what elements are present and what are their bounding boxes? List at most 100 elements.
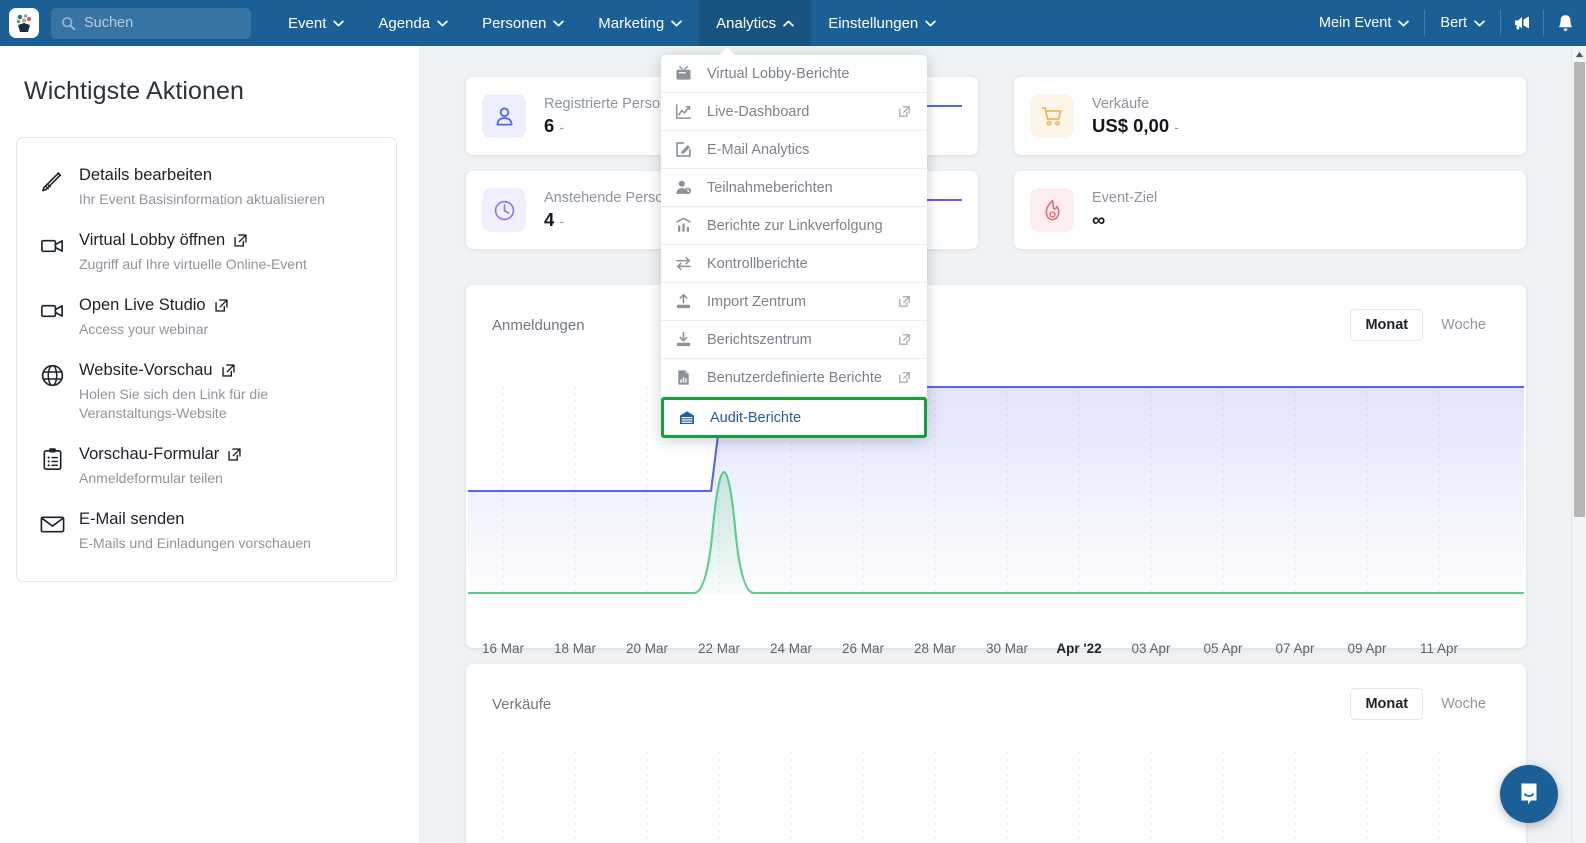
action-title: Open Live Studio bbox=[79, 294, 382, 316]
action-desc: E-Mails und Einladungen vorschauen bbox=[79, 535, 311, 551]
action-item-live-studio[interactable]: Open Live Studio Access your webinar bbox=[17, 284, 396, 349]
stat-delta: - bbox=[559, 118, 564, 135]
stat-body: Event-Ziel ∞ bbox=[1092, 190, 1157, 231]
nav-item-marketing[interactable]: Marketing bbox=[581, 0, 699, 46]
toggle-woche[interactable]: Woche bbox=[1427, 310, 1500, 340]
page-scrollbar[interactable] bbox=[1571, 46, 1586, 843]
x-tick: 05 Apr bbox=[1203, 641, 1243, 656]
menu-item-berichtszentrum[interactable]: Berichtszentrum bbox=[661, 321, 927, 359]
menu-item-label: Audit-Berichte bbox=[710, 409, 802, 426]
bell-icon[interactable] bbox=[1544, 0, 1586, 46]
x-tick: 26 Mar bbox=[841, 641, 885, 656]
pencil-glyph bbox=[42, 172, 62, 192]
nav-item-label: Agenda bbox=[378, 14, 431, 32]
nav-item-label: Analytics bbox=[716, 14, 777, 32]
external-link-icon bbox=[228, 447, 241, 461]
intercom-chat-button[interactable] bbox=[1500, 765, 1558, 823]
user-icon bbox=[482, 94, 526, 138]
action-desc: Anmeldeformular teilen bbox=[79, 470, 223, 486]
period-toggle: Monat Woche bbox=[1350, 309, 1500, 341]
chevron-down-icon bbox=[1474, 20, 1485, 26]
nav-item-personen[interactable]: Personen bbox=[465, 0, 581, 46]
x-tick: 11 Apr bbox=[1419, 641, 1459, 656]
search-input[interactable] bbox=[84, 15, 234, 31]
nav-item-agenda[interactable]: Agenda bbox=[361, 0, 465, 46]
stat-number: 6 bbox=[544, 114, 555, 136]
clipboard-icon bbox=[39, 443, 79, 473]
action-text: Virtual Lobby öffnen Zugriff auf Ihre vi… bbox=[79, 229, 382, 274]
external-link-icon bbox=[234, 233, 247, 247]
x-tick: 18 Mar bbox=[553, 641, 597, 656]
chart-line-icon bbox=[675, 103, 707, 120]
stat-delta: - bbox=[559, 212, 564, 229]
megaphone-icon[interactable] bbox=[1501, 0, 1543, 46]
globe-glyph bbox=[41, 364, 64, 387]
menu-item-label: Teilnahmeberichten bbox=[707, 179, 833, 196]
action-item-email-senden[interactable]: E-Mail senden E-Mails und Einladungen vo… bbox=[17, 498, 396, 563]
nav-right-group: Mein Event Bert bbox=[1304, 0, 1586, 46]
menu-item-teilnahmeberichten[interactable]: Teilnahmeberichten bbox=[661, 169, 927, 207]
menu-item-kontrollberichte[interactable]: Kontrollberichte bbox=[661, 245, 927, 283]
scroll-up-arrow-icon[interactable] bbox=[1572, 46, 1586, 62]
nav-item-label: Marketing bbox=[598, 14, 665, 32]
page-title: Wichtigste Aktionen bbox=[24, 77, 245, 105]
x-tick: 24 Mar bbox=[769, 641, 813, 656]
video-camera-icon bbox=[39, 229, 79, 259]
nav-item-analytics[interactable]: Analytics bbox=[699, 0, 812, 46]
action-text: E-Mail senden E-Mails und Einladungen vo… bbox=[79, 508, 382, 553]
bank-glyph bbox=[680, 410, 694, 424]
action-item-website-vorschau[interactable]: Website-Vorschau Holen Sie sich den Link… bbox=[17, 349, 396, 433]
menu-item-import-zentrum[interactable]: Import Zentrum bbox=[661, 283, 927, 321]
toggle-monat[interactable]: Monat bbox=[1350, 688, 1424, 720]
x-tick: 07 Apr bbox=[1275, 641, 1315, 656]
menu-item-audit-berichte[interactable]: Audit-Berichte bbox=[661, 397, 927, 438]
stat-value: ∞ bbox=[1092, 209, 1157, 231]
menu-item-label: Benutzerdefinierte Berichte bbox=[707, 369, 882, 386]
stat-number: ∞ bbox=[1092, 208, 1106, 230]
toggle-woche[interactable]: Woche bbox=[1427, 689, 1500, 719]
nav-item-label: Bert bbox=[1440, 15, 1467, 31]
clipboard-glyph bbox=[43, 448, 62, 470]
chevron-down-icon bbox=[1398, 20, 1410, 26]
top-navbar: Event Agenda Personen Marketing Analytic… bbox=[0, 0, 1586, 46]
toggle-monat[interactable]: Monat bbox=[1350, 309, 1424, 341]
menu-item-label: Import Zentrum bbox=[707, 293, 807, 310]
panel-header: Anmeldungen Monat Woche bbox=[466, 285, 1526, 341]
clock-icon bbox=[482, 188, 526, 232]
stat-body: Verkäufe US$ 0,00 - bbox=[1092, 96, 1179, 137]
stat-value: US$ 0,00 - bbox=[1092, 115, 1179, 137]
menu-item-berichte-zur-linkverfolgung[interactable]: Berichte zur Linkverfolgung bbox=[661, 207, 927, 245]
stat-card-event-ziel[interactable]: Event-Ziel ∞ bbox=[1014, 171, 1526, 249]
app-logo[interactable] bbox=[9, 8, 39, 38]
action-item-virtual-lobby[interactable]: Virtual Lobby öffnen Zugriff auf Ihre vi… bbox=[17, 219, 396, 284]
video-camera-icon bbox=[39, 294, 79, 324]
menu-item-email-analytics[interactable]: E-Mail Analytics bbox=[661, 131, 927, 169]
nav-item-user-bert[interactable]: Bert bbox=[1425, 0, 1500, 46]
action-item-details-bearbeiten[interactable]: Details bearbeiten Ihr Event Basisinform… bbox=[17, 154, 396, 219]
nav-item-einstellungen[interactable]: Einstellungen bbox=[811, 0, 953, 46]
sidebar: Wichtigste Aktionen Details bearbeiten I… bbox=[0, 46, 419, 843]
megaphone-glyph bbox=[1515, 16, 1529, 30]
search-box[interactable] bbox=[51, 7, 251, 39]
menu-item-live-dashboard[interactable]: Live-Dashboard bbox=[661, 93, 927, 131]
menu-item-benutzerdefinierte-berichte[interactable]: Benutzerdefinierte Berichte bbox=[661, 359, 927, 397]
main-content: Registrierte Personen 6 - Verkäufe US$ 0… bbox=[419, 46, 1571, 843]
logo-glyph bbox=[16, 14, 31, 32]
chart-svg bbox=[502, 752, 1440, 843]
menu-item-virtual-lobby-berichte[interactable]: Virtual Lobby-Berichte bbox=[661, 55, 927, 93]
bank-icon bbox=[678, 409, 710, 427]
flame-icon bbox=[1030, 188, 1074, 232]
menu-item-label: E-Mail Analytics bbox=[707, 141, 810, 158]
action-title-text: Vorschau-Formular bbox=[79, 445, 220, 463]
chart-gridlines bbox=[502, 752, 1440, 843]
nav-item-event[interactable]: Event bbox=[271, 0, 361, 46]
edit-square-glyph bbox=[676, 142, 691, 157]
envelope-glyph bbox=[40, 516, 65, 533]
chart-svg bbox=[468, 385, 1524, 595]
scrollbar-thumb[interactable] bbox=[1574, 62, 1585, 517]
nav-item-mein-event[interactable]: Mein Event bbox=[1304, 0, 1425, 46]
action-item-vorschau-formular[interactable]: Vorschau-Formular Anmeldeformular teilen bbox=[17, 433, 396, 498]
stat-card-verkaeufe[interactable]: Verkäufe US$ 0,00 - bbox=[1014, 77, 1526, 155]
nav-item-label: Einstellungen bbox=[828, 14, 919, 32]
nav-item-label: Mein Event bbox=[1318, 15, 1392, 31]
